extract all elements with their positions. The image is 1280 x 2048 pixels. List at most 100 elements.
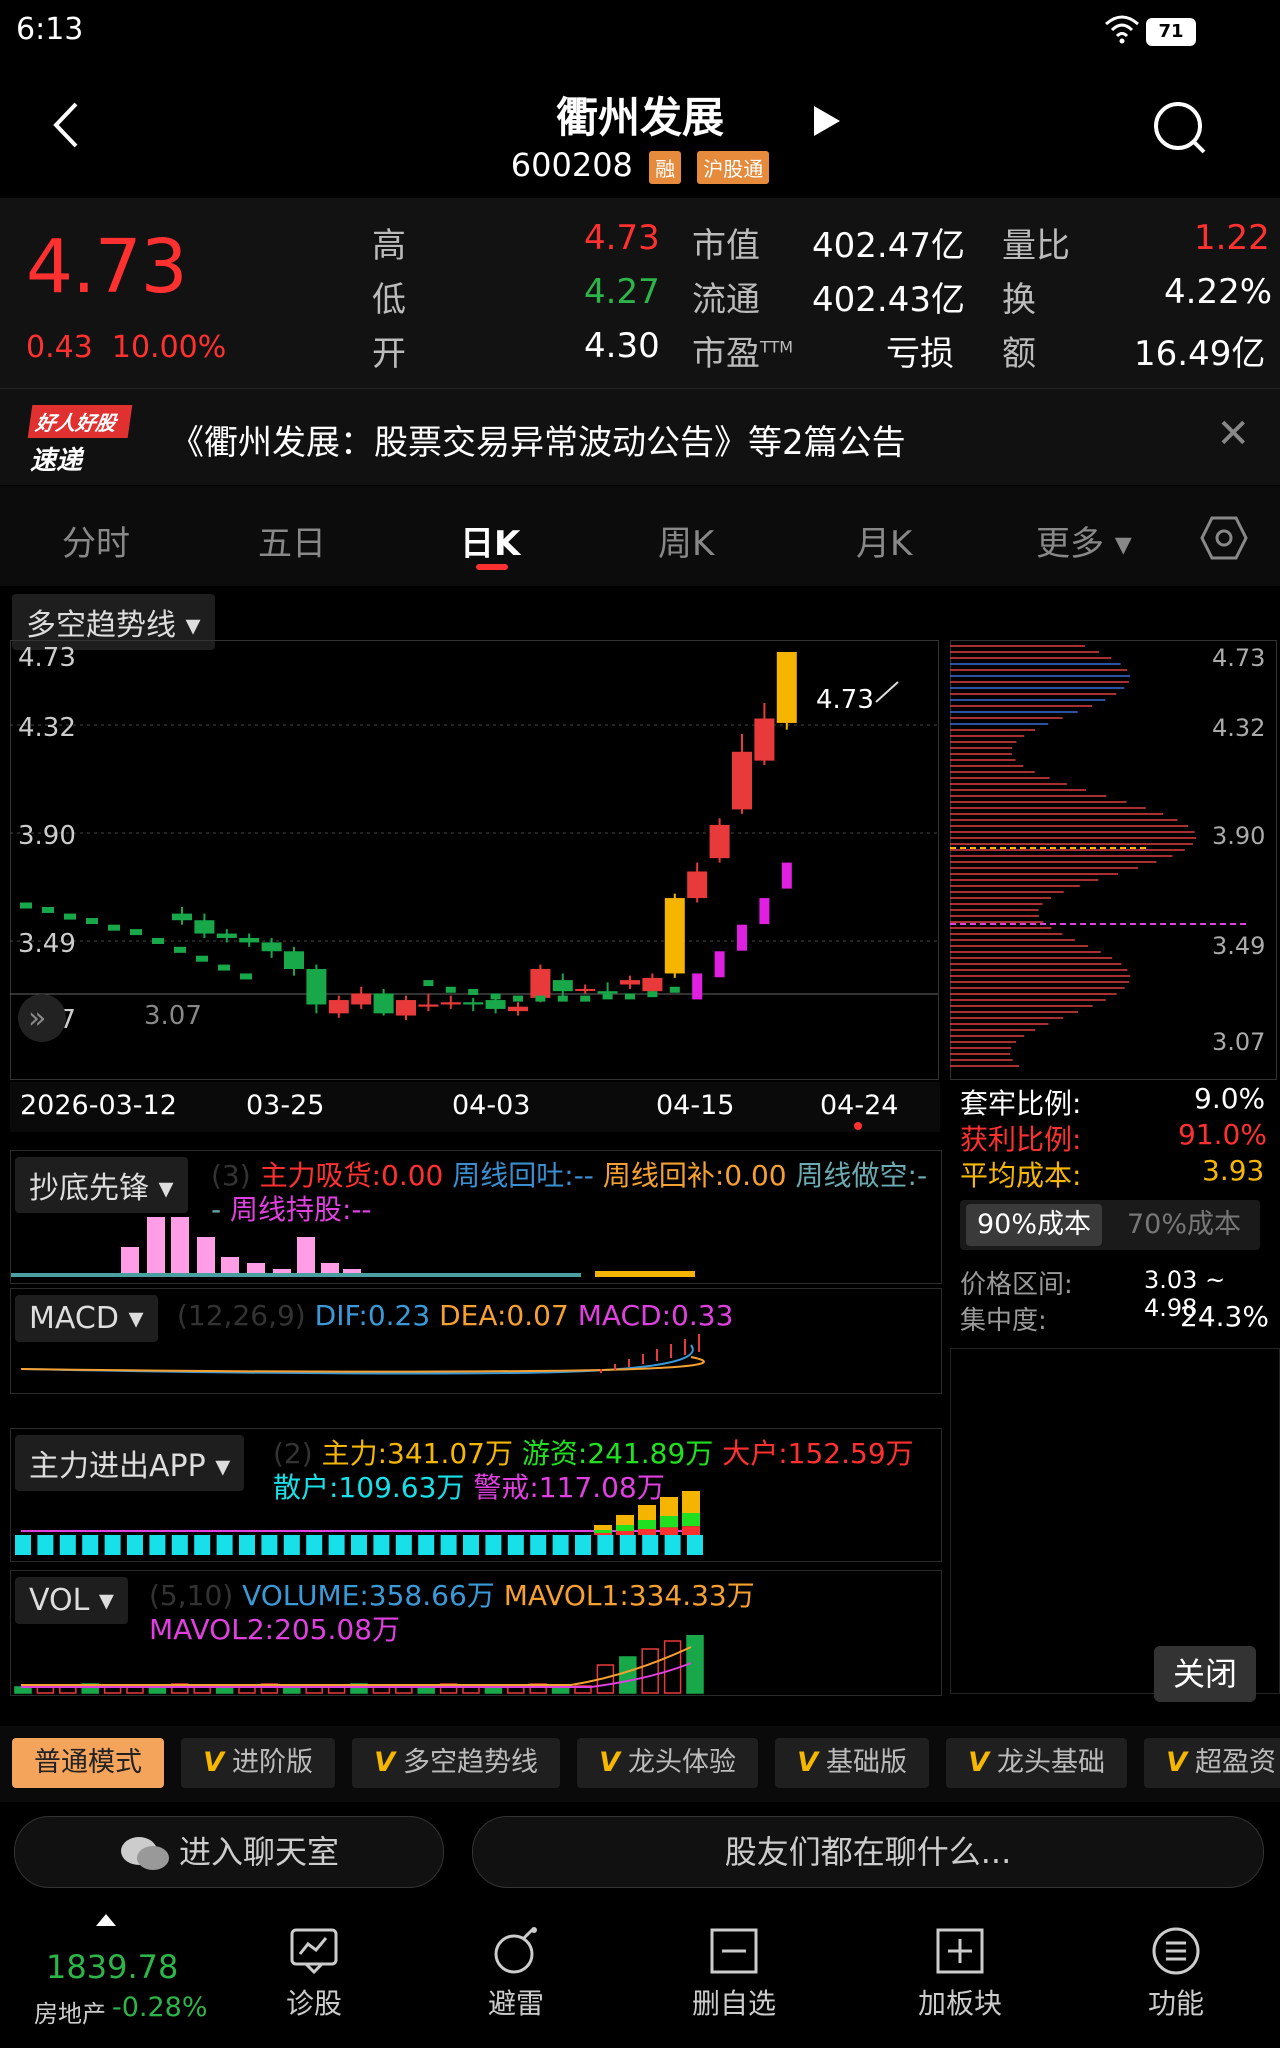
open-value: 4.30	[584, 326, 660, 366]
flow-bar	[306, 1535, 323, 1555]
settings-icon[interactable]	[1200, 516, 1248, 560]
play-icon[interactable]	[812, 104, 842, 138]
chat-topic-input[interactable]: 股友们都在聊什么...	[472, 1816, 1264, 1888]
flow-bar	[15, 1535, 31, 1555]
tab-intraday[interactable]: 分时	[62, 516, 130, 565]
candle-body	[306, 969, 327, 1005]
tab-more[interactable]: 更多 ▾	[1036, 516, 1132, 565]
flow-bar	[261, 1535, 278, 1555]
float-label: 流通	[692, 280, 760, 320]
candle-body	[709, 824, 730, 859]
flow-bar	[59, 1535, 76, 1555]
nav-functions[interactable]: 功能	[1116, 1926, 1236, 2022]
mode-trend[interactable]: V 多空趋势线	[352, 1738, 560, 1788]
close-icon[interactable]: ✕	[1216, 411, 1250, 457]
range-label: 价格区间:	[960, 1270, 1073, 1300]
main-flow-panel: 主力进出APP ▾ (2) 主力:341.07万 游资:241.89万 大户:1…	[10, 1428, 942, 1562]
tab-five-day[interactable]: 五日	[258, 516, 326, 565]
avg-value: 3.93	[1202, 1154, 1265, 1187]
trend-marker	[759, 898, 770, 925]
enter-chat-button[interactable]: 进入聊天室	[14, 1816, 444, 1888]
nav-remove-watchlist[interactable]: 删自选	[674, 1926, 794, 2022]
wifi-icon	[1105, 15, 1139, 44]
flow-hot-bar	[616, 1525, 634, 1531]
flow-big-bar	[616, 1531, 634, 1535]
candle-body	[239, 937, 260, 943]
margin-tag: 融	[649, 150, 682, 184]
mode-leader-basic[interactable]: V 龙头基础	[946, 1738, 1127, 1788]
x-label-2: 03-25	[246, 1090, 325, 1121]
mode-normal[interactable]: 普通模式	[12, 1738, 164, 1788]
trend-marker	[64, 913, 76, 920]
flow-bar	[687, 1535, 703, 1555]
flow-bar	[507, 1535, 524, 1555]
flow-bar	[127, 1535, 143, 1555]
candle-body	[418, 1004, 439, 1007]
flow-big-bar	[594, 1533, 612, 1535]
kline-chart[interactable]: 4.73 4.32 3.90 3.49 3.07 4.73 3.07 »	[10, 640, 940, 1080]
indicator-1-bar	[297, 1237, 315, 1277]
tab-monthly-k[interactable]: 月K	[856, 516, 912, 565]
x-label-3: 04-03	[452, 1090, 531, 1121]
flow-bar	[104, 1535, 121, 1555]
current-price: 4.73	[26, 224, 188, 310]
vr-value: 1.22	[1194, 218, 1270, 258]
x-label-4: 04-15	[656, 1090, 735, 1121]
cost-tabs: 90%成本 70%成本	[960, 1200, 1260, 1250]
mode-leader-trial[interactable]: V 龙头体验	[577, 1738, 758, 1788]
candle-body	[172, 913, 192, 921]
candle-body	[373, 993, 394, 1014]
min-price-label: 3.07	[144, 1001, 202, 1031]
tab-70-cost[interactable]: 70%成本	[1116, 1204, 1252, 1246]
volume-dropdown[interactable]: VOL ▾	[15, 1577, 128, 1624]
news-text[interactable]: 《衢州发展：股票交易异常波动公告》等2篇公告	[170, 415, 906, 464]
bottom-nav: 1839.78 房地产 -0.28% 诊股 避雷 删自选 加板块 功能	[0, 1892, 1280, 2048]
trend-marker	[445, 986, 456, 993]
index-value[interactable]: 1839.78	[46, 1948, 178, 1986]
nav-avoid-risk[interactable]: 避雷	[456, 1926, 576, 2022]
mode-super[interactable]: V 超盈资	[1144, 1738, 1280, 1788]
news-banner[interactable]: 好人好股 速递 《衢州发展：股票交易异常波动公告》等2篇公告 ✕	[0, 388, 1280, 485]
candle-body	[508, 1006, 528, 1012]
candle-body	[575, 988, 596, 991]
flow-bar	[328, 1535, 345, 1555]
trend-marker	[240, 973, 252, 980]
candle-body	[194, 920, 215, 934]
index-name: 房地产	[34, 2000, 106, 2028]
mode-advanced[interactable]: V 进阶版	[181, 1738, 335, 1788]
close-button[interactable]: 关闭	[1154, 1646, 1256, 1702]
tab-weekly-k[interactable]: 周K	[658, 516, 714, 565]
trend-marker	[557, 995, 568, 1002]
trend-marker	[737, 924, 747, 951]
candle-body	[530, 969, 551, 998]
flow-bar	[37, 1535, 54, 1555]
trend-marker	[490, 993, 501, 1000]
trend-marker	[647, 991, 658, 998]
flow-bar	[440, 1535, 457, 1555]
candle-body	[642, 977, 663, 992]
indicator-1-dropdown[interactable]: 抄底先锋 ▾	[15, 1157, 188, 1213]
flow-hot-bar	[660, 1516, 678, 1528]
tab-90-cost[interactable]: 90%成本	[966, 1204, 1102, 1246]
macd-values: (12,26,9) DIF:0.23 DEA:0.07 MACD:0.33	[177, 1299, 734, 1332]
main-flow-dropdown[interactable]: 主力进出APP ▾	[15, 1435, 245, 1491]
trend-marker	[602, 993, 613, 1000]
tab-daily-k[interactable]: 日K	[460, 516, 520, 565]
open-label: 开	[372, 334, 406, 374]
mode-bar: 普通模式 V 进阶版 V 多空趋势线 V 龙头体验 V 基础版 V 龙头基础 V 超盈资	[0, 1726, 1280, 1802]
nav-add-sector[interactable]: 加板块	[900, 1926, 1020, 2022]
trap-value: 9.0%	[1194, 1082, 1266, 1115]
trend-marker	[20, 902, 32, 909]
flow-bar	[575, 1535, 591, 1555]
search-icon[interactable]	[1152, 100, 1208, 156]
candle-body	[261, 942, 282, 952]
indicator-1-bar	[147, 1217, 165, 1277]
flow-bar	[485, 1535, 502, 1555]
mode-basic[interactable]: V 基础版	[775, 1738, 929, 1788]
candle-body	[284, 951, 304, 970]
flow-main-bar	[682, 1491, 700, 1513]
volume-bar	[641, 1648, 659, 1694]
y-label-3: 3.90	[18, 821, 76, 851]
expand-up-icon[interactable]	[96, 1914, 116, 1926]
nav-diagnose[interactable]: 诊股	[254, 1926, 374, 2022]
